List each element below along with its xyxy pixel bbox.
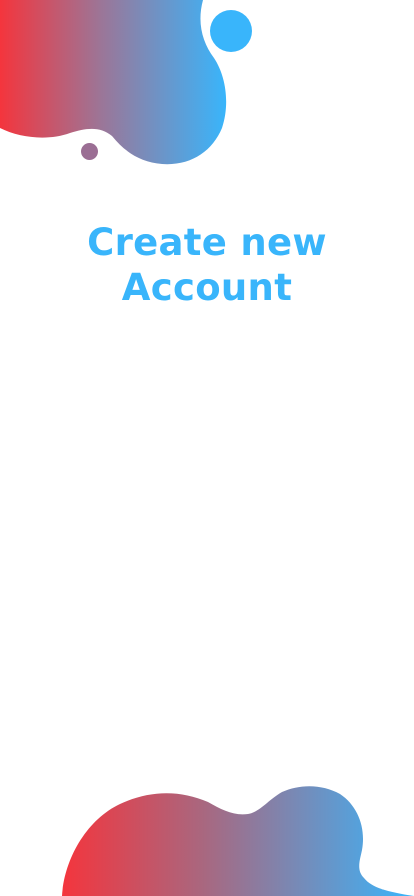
create-account-screen: Create new Account (0, 0, 414, 896)
title-line-2: Account (121, 266, 293, 309)
title-line-1: Create new (87, 221, 327, 264)
page-title: Create new Account (0, 220, 414, 310)
decorative-blue-dot (210, 10, 252, 52)
bottom-gradient-blob (62, 786, 414, 896)
decorative-purple-dot (81, 143, 98, 160)
